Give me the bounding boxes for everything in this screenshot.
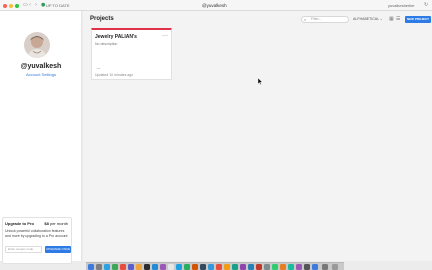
account-settings-link[interactable]: Account Settings [0,72,82,78]
app-icon[interactable] [248,264,254,270]
search-icon: ⌕ [304,17,307,22]
app-icon[interactable] [184,264,190,270]
project-card[interactable]: Jewelry PALIAN's ··· No description Upda… [91,28,172,80]
coupon-code-input[interactable]: Enter coupon code [5,246,42,253]
avatar[interactable] [24,32,50,58]
sort-label: ALPHABETICAL [353,17,379,21]
app-icon[interactable] [312,264,318,270]
app-icon[interactable] [264,264,270,270]
upgrade-description: Unlock powerful collaboration features a… [5,229,68,238]
filter-input[interactable]: ⌕ Filter... [301,16,349,23]
app-icon[interactable] [192,264,198,270]
app-icon[interactable] [304,264,310,270]
zoom-window-button[interactable] [15,4,19,8]
terminal-icon[interactable] [144,264,150,270]
more-dots-icon[interactable]: ··· [162,33,168,39]
dock [86,262,344,270]
price-period: per month [49,221,68,226]
forward-arrow-icon[interactable]: › [35,2,37,9]
finder-icon[interactable] [88,264,94,270]
page-title: Projects [90,16,114,22]
app-icon[interactable] [256,264,262,270]
app-icon[interactable] [136,264,142,270]
projects-main: Projects ⌕ Filter... ALPHABETICAL ⌄ ▦ ☰ … [83,11,432,261]
new-project-button[interactable]: NEW PROJECT [405,16,431,23]
app-icon[interactable] [272,264,278,270]
app-icon[interactable] [168,264,174,270]
app-icon[interactable] [208,264,214,270]
tab-status-icon: ● [41,2,46,8]
messages-icon[interactable] [112,264,118,270]
filter-placeholder: Filter... [311,17,322,21]
launchpad-icon[interactable] [96,264,102,270]
chevron-down-icon: ⌄ [379,17,383,21]
trash-icon[interactable] [332,264,338,270]
app-icon[interactable] [288,264,294,270]
project-updated-time: Updated 10 minutes ago [95,73,134,77]
app-icon[interactable] [280,264,286,270]
profile-sidebar: @yuvalkesh Account Settings Upgrade to P… [0,11,82,264]
app-icon[interactable] [216,264,222,270]
tab-label[interactable]: UP TO DATE [46,2,70,9]
chrome-icon[interactable] [120,264,126,270]
account-label[interactable]: yuvalkesherlier [388,2,415,9]
mouse-pointer-icon [258,78,263,85]
back-arrow-icon[interactable]: ‹ [29,2,31,9]
upgrade-price: $8 per month [44,221,68,226]
browser-title-bar: ▭ ‹ › ● UP TO DATE @yuvalkesh yuvalkeshe… [0,0,432,11]
project-description: No description [95,42,118,46]
app-icon[interactable] [232,264,238,270]
app-icon[interactable] [240,264,246,270]
app-icon[interactable] [128,264,134,270]
app-icon[interactable] [200,264,206,270]
upgrade-panel: Upgrade to Pro $8 per month Unlock power… [2,217,72,264]
minimize-window-button[interactable] [9,4,13,8]
grid-view-icon[interactable]: ▦ [389,17,394,22]
address-bar[interactable]: @yuvalkesh [202,2,227,9]
close-window-button[interactable] [3,4,7,8]
app-icon[interactable] [160,264,166,270]
upgrade-button[interactable]: UPGRADE ONCE [45,246,71,253]
app-icon[interactable] [176,264,182,270]
refresh-icon[interactable]: ↻ [424,2,428,9]
collaborator-avatar [95,62,102,69]
price-amount: $8 [44,221,49,226]
app-icon[interactable] [152,264,158,270]
profile-username: @yuvalkesh [20,63,62,70]
downloads-icon[interactable] [322,264,328,270]
sort-dropdown[interactable]: ALPHABETICAL ⌄ [353,16,383,23]
safari-icon[interactable] [104,264,110,270]
upgrade-title: Upgrade to Pro [5,221,34,226]
sidebar-toggle-icon[interactable]: ▭ [23,2,28,9]
project-title[interactable]: Jewelry PALIAN's [95,34,137,40]
list-view-icon[interactable]: ☰ [396,17,400,22]
app-icon[interactable] [224,264,230,270]
app-icon[interactable] [296,264,302,270]
